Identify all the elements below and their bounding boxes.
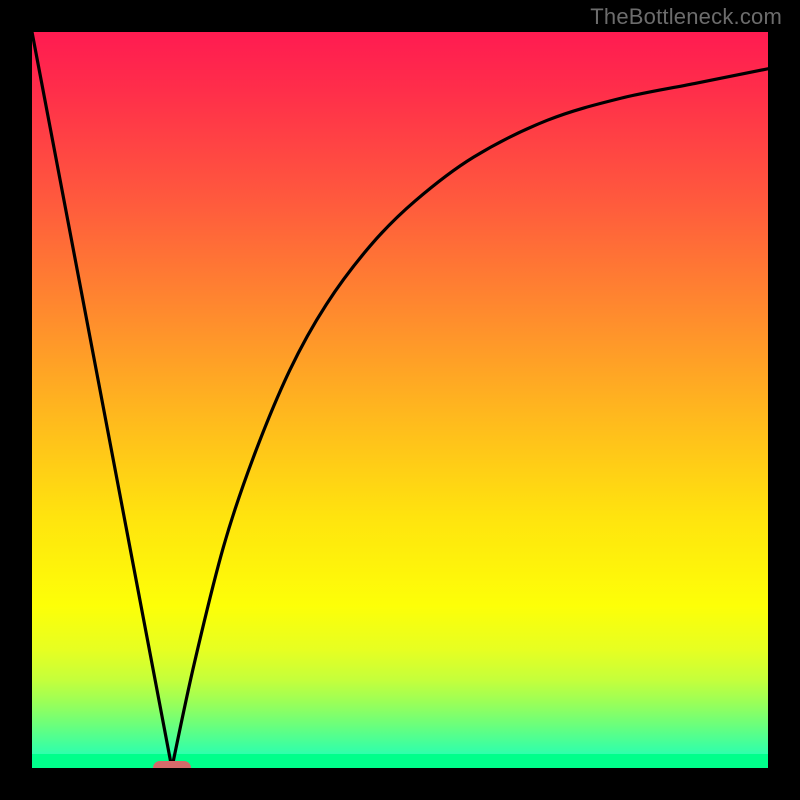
plot-area xyxy=(32,32,768,768)
watermark-text: TheBottleneck.com xyxy=(590,4,782,30)
bottleneck-marker xyxy=(153,761,191,768)
curve-layer xyxy=(32,32,768,768)
chart-frame: TheBottleneck.com xyxy=(0,0,800,800)
right-curve-path xyxy=(172,69,768,768)
left-line-path xyxy=(32,32,172,768)
